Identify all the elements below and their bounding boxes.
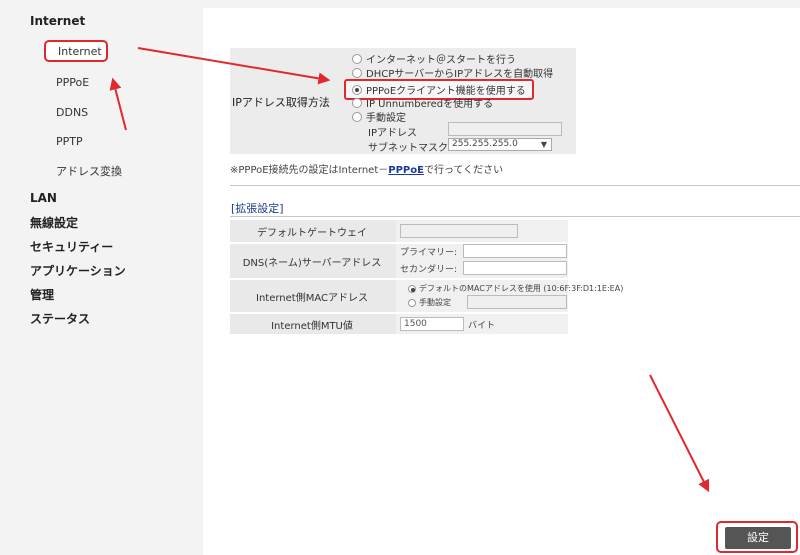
sidebar-item-pppoe[interactable]: PPPoE bbox=[56, 76, 89, 89]
radio-icon[interactable] bbox=[352, 111, 362, 122]
sidebar: Internet Internet PPPoE DDNS PPTP アドレス変換… bbox=[0, 0, 200, 555]
option-ip-unnumbered[interactable]: IP Unnumberedを使用する bbox=[352, 95, 493, 110]
sidebar-title: Internet bbox=[30, 14, 86, 28]
sidebar-item-address-translation[interactable]: アドレス変換 bbox=[56, 163, 122, 179]
dns-label: DNS(ネーム)サーバーアドレス bbox=[242, 257, 382, 269]
radio-icon[interactable] bbox=[408, 298, 416, 307]
sidebar-item-ddns[interactable]: DDNS bbox=[56, 106, 88, 119]
sidebar-item-pptp[interactable]: PPTP bbox=[56, 135, 83, 148]
secondary-dns-input[interactable] bbox=[463, 261, 567, 275]
primary-dns-label: プライマリー: bbox=[400, 248, 458, 258]
option-manual[interactable]: 手動設定 bbox=[352, 109, 406, 124]
option-internet-start[interactable]: インターネット＠スタートを行う bbox=[352, 51, 516, 66]
extended-settings-title: [拡張設定] bbox=[231, 202, 284, 215]
gateway-label: デフォルトゲートウェイ bbox=[257, 227, 367, 239]
secondary-dns-label: セカンダリー: bbox=[400, 265, 458, 275]
subnet-mask-select[interactable]: 255.255.255.0 ▼ bbox=[448, 138, 552, 151]
chevron-down-icon: ▼ bbox=[540, 140, 547, 149]
option-dhcp[interactable]: DHCPサーバーからIPアドレスを自動取得 bbox=[352, 65, 553, 80]
ip-address-input[interactable] bbox=[448, 122, 562, 136]
divider bbox=[230, 185, 800, 186]
sidebar-item-wireless[interactable]: 無線設定 bbox=[30, 214, 78, 231]
pppoe-link[interactable]: PPPoE bbox=[388, 165, 424, 176]
sidebar-item-internet[interactable]: Internet bbox=[44, 40, 108, 62]
ip-method-label: IPアドレス取得方法 bbox=[232, 96, 330, 109]
mtu-unit: バイト bbox=[468, 321, 496, 331]
radio-icon[interactable] bbox=[352, 97, 362, 108]
mtu-label: Internet側MTU値 bbox=[271, 320, 353, 332]
submit-button[interactable]: 設定 bbox=[725, 527, 791, 549]
pppoe-note: ※PPPoE接続先の設定はInternet－PPPoEで行ってください bbox=[230, 165, 504, 176]
mac-label: Internet側MACアドレス bbox=[256, 292, 368, 304]
mtu-row: Internet側MTU値 bbox=[230, 314, 568, 334]
divider bbox=[230, 216, 800, 217]
gateway-input[interactable] bbox=[400, 224, 518, 238]
radio-checked-icon[interactable] bbox=[408, 284, 416, 293]
radio-icon[interactable] bbox=[352, 67, 362, 78]
primary-dns-input[interactable] bbox=[463, 244, 567, 258]
ip-address-label: IPアドレス bbox=[368, 128, 417, 139]
radio-checked-icon[interactable] bbox=[352, 84, 362, 95]
radio-icon[interactable] bbox=[352, 53, 362, 64]
sidebar-item-lan[interactable]: LAN bbox=[30, 191, 57, 205]
subnet-mask-label: サブネットマスク bbox=[368, 143, 448, 154]
mac-manual-option[interactable]: 手動設定 bbox=[408, 297, 451, 308]
sidebar-item-security[interactable]: セキュリティー bbox=[30, 238, 113, 255]
sidebar-item-management[interactable]: 管理 bbox=[30, 286, 54, 303]
sidebar-item-applications[interactable]: アプリケーション bbox=[30, 262, 126, 279]
sidebar-item-status[interactable]: ステータス bbox=[30, 310, 90, 327]
mac-manual-input[interactable] bbox=[467, 295, 567, 309]
mac-default-option[interactable]: デフォルトのMACアドレスを使用 (10:6F:3F:D1:1E:EA) bbox=[408, 283, 623, 294]
mtu-input[interactable]: 1500 bbox=[400, 317, 464, 331]
